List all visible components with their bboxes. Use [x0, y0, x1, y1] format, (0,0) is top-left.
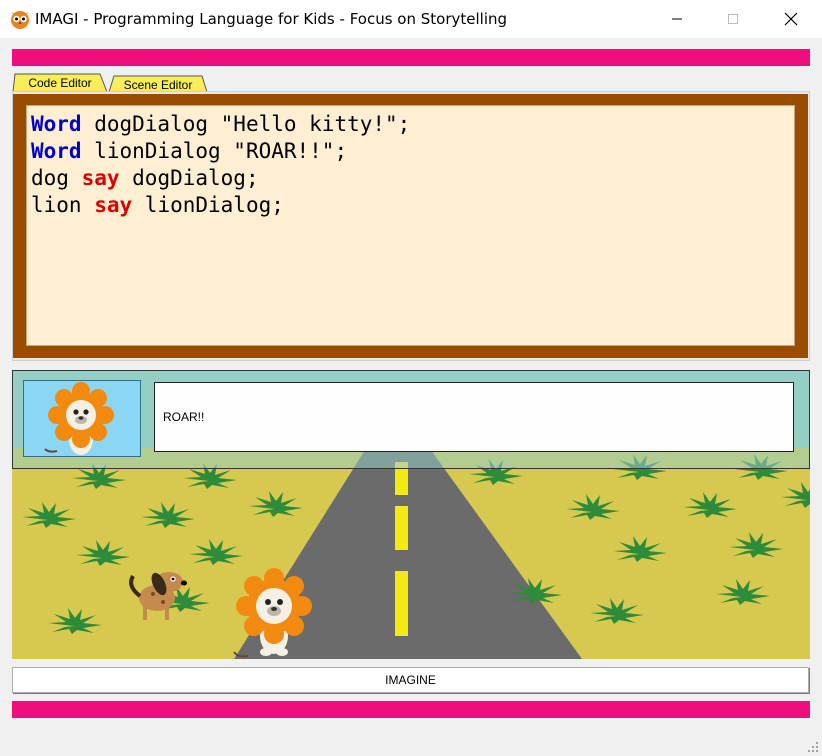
minimize-button[interactable] [648, 0, 706, 38]
keyword-action: say [81, 166, 120, 190]
tab-scene-editor-label: Scene Editor [123, 78, 193, 92]
tab-strip: Code Editor Scene Editor [12, 73, 412, 93]
close-button[interactable] [762, 0, 820, 38]
imagine-button[interactable]: IMAGINE [12, 667, 809, 693]
keyword-type: Word [31, 112, 82, 136]
speaker-portrait [23, 380, 141, 457]
tab-code-editor-label: Code Editor [28, 76, 92, 90]
window-title: IMAGI - Programming Language for Kids - … [35, 10, 508, 28]
code-line: Word lionDialog "ROAR!!"; [31, 138, 790, 165]
accent-bar-top [12, 49, 810, 66]
owl-app-icon [9, 8, 31, 30]
close-icon [784, 12, 798, 26]
scene-view: ROAR!! [12, 370, 810, 659]
dialog-box: ROAR!! [12, 370, 810, 469]
maximize-button[interactable] [704, 0, 762, 38]
keyword-type: Word [31, 139, 82, 163]
code-text: dogDialog "Hello kitty!"; [81, 112, 411, 136]
maximize-icon [728, 14, 738, 24]
keyword-action: say [94, 193, 133, 217]
dialog-text: ROAR!! [163, 410, 205, 424]
code-subject: lion [31, 193, 95, 217]
dialog-text-box: ROAR!! [154, 382, 794, 452]
code-text: lionDialog "ROAR!!"; [81, 139, 348, 163]
tab-scene-editor[interactable]: Scene Editor [108, 73, 208, 93]
code-line: Word dogDialog "Hello kitty!"; [31, 111, 790, 138]
code-subject: dog [31, 166, 82, 190]
code-editor-textarea[interactable]: Word dogDialog "Hello kitty!"; Word lion… [26, 105, 795, 346]
tab-code-editor[interactable]: Code Editor [12, 73, 108, 93]
accent-bar-bottom [12, 701, 810, 718]
code-text: lionDialog; [132, 193, 284, 217]
code-text: dogDialog; [119, 166, 259, 190]
code-line: lion say lionDialog; [31, 192, 790, 219]
minimize-icon [672, 18, 682, 20]
lion-icon [44, 382, 114, 455]
title-bar: IMAGI - Programming Language for Kids - … [0, 0, 822, 38]
code-line: dog say dogDialog; [31, 165, 790, 192]
resize-grip-icon[interactable] [806, 740, 820, 754]
